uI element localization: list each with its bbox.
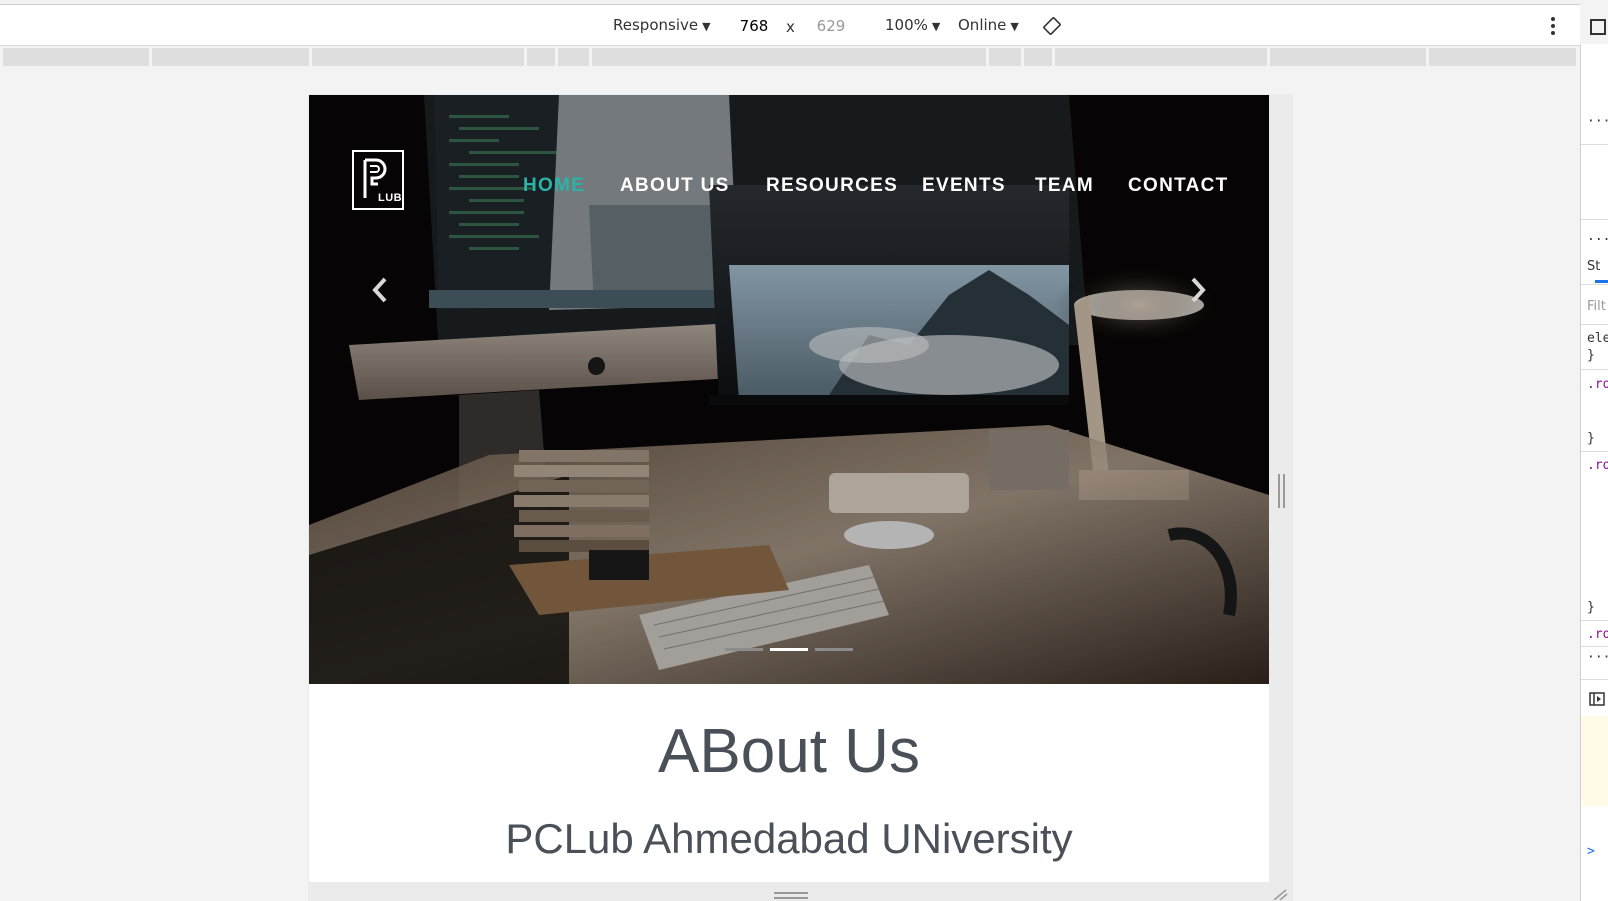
console-sidebar-icon[interactable]	[1589, 692, 1605, 706]
caret-down-icon: ▼	[1010, 20, 1019, 33]
more-panels-icon[interactable]: ...	[1587, 229, 1608, 244]
about-title: ABout Us	[658, 717, 920, 786]
carousel-next-icon[interactable]	[1185, 275, 1209, 305]
viewport-resize-handle-bottom[interactable]	[774, 892, 808, 900]
active-tab-indicator	[1595, 280, 1608, 283]
about-section: ABout Us PCLub Ahmedabad UNiversity	[309, 684, 1269, 882]
device-mode-dropdown[interactable]: Responsive ▼	[613, 16, 711, 34]
carousel-indicator-active[interactable]	[770, 648, 808, 651]
carousel-indicators	[725, 648, 865, 654]
more-tabs-icon[interactable]: ···	[1587, 114, 1608, 129]
styles-filter-input[interactable]: Filt	[1587, 299, 1606, 314]
media-query-segment[interactable]	[592, 48, 986, 66]
zoom-dropdown[interactable]: 100% ▼	[885, 16, 940, 34]
media-query-segment[interactable]	[312, 48, 524, 66]
media-query-segment[interactable]	[3, 48, 149, 66]
drawer-more-icon[interactable]: ···	[1587, 650, 1608, 665]
device-toolbar: Responsive▼ x 100%▼ Online▼	[0, 4, 1606, 46]
devtools-side-panel: ··· ... St Filt ele } .ro } .ro } .ro ··…	[1580, 44, 1608, 901]
carousel-prev-icon[interactable]	[369, 275, 393, 305]
nav-about-us[interactable]: ABOUT US	[620, 175, 730, 197]
console-prompt[interactable]: >	[1587, 844, 1595, 859]
nav-events[interactable]: EVENTS	[922, 175, 1006, 197]
css-rule-selector[interactable]: .ro	[1587, 627, 1608, 642]
style-brace: }	[1587, 600, 1595, 615]
media-query-bar	[0, 46, 1580, 68]
caret-down-icon: ▼	[702, 20, 711, 33]
console-warning-area	[1581, 716, 1608, 806]
media-query-segment[interactable]	[527, 48, 555, 66]
media-query-segment[interactable]	[1429, 48, 1576, 66]
css-rule-selector[interactable]: .ro	[1587, 458, 1608, 473]
carousel-indicator[interactable]	[725, 648, 763, 651]
nav-contact[interactable]: CONTACT	[1128, 175, 1229, 197]
tab-styles[interactable]: St	[1587, 259, 1600, 274]
style-brace: }	[1587, 348, 1595, 363]
media-query-segment[interactable]	[1055, 48, 1267, 66]
media-query-segment[interactable]	[989, 48, 1021, 66]
rotate-icon[interactable]	[1043, 17, 1061, 35]
viewport-width-input[interactable]	[728, 14, 780, 38]
nav-team[interactable]: TEAM	[1035, 175, 1094, 197]
emulated-viewport: LUB HOME ABOUT US RESOURCES EVENTS TEAM …	[309, 95, 1269, 882]
nav-home[interactable]: HOME	[523, 175, 585, 197]
main-nav: HOME ABOUT US RESOURCES EVENTS TEAM CONT…	[309, 175, 1269, 205]
device-mode-label: Responsive	[613, 16, 699, 34]
throttle-label: Online	[958, 16, 1007, 34]
style-brace: }	[1587, 431, 1595, 446]
inspect-icon[interactable]	[1590, 19, 1606, 35]
dimension-separator: x	[786, 18, 795, 36]
media-query-segment[interactable]	[1270, 48, 1426, 66]
media-query-segment[interactable]	[558, 48, 589, 66]
throttle-dropdown[interactable]: Online ▼	[958, 16, 1019, 34]
nav-resources[interactable]: RESOURCES	[766, 175, 898, 197]
element-style-selector: ele	[1587, 331, 1608, 346]
viewport-height-input[interactable]	[805, 14, 857, 38]
css-rule-selector[interactable]: .ro	[1587, 377, 1608, 392]
caret-down-icon: ▼	[931, 20, 941, 33]
viewport-resize-corner-icon[interactable]	[1272, 888, 1288, 900]
media-query-segment[interactable]	[1024, 48, 1052, 66]
about-subtitle: PCLub Ahmedabad UNiversity	[505, 815, 1073, 862]
more-options-icon[interactable]	[1548, 15, 1558, 37]
carousel-indicator[interactable]	[815, 648, 853, 651]
zoom-label: 100%	[885, 16, 928, 34]
hero-carousel: LUB HOME ABOUT US RESOURCES EVENTS TEAM …	[309, 95, 1269, 684]
media-query-segment[interactable]	[152, 48, 309, 66]
viewport-resize-handle-right[interactable]	[1278, 474, 1286, 508]
